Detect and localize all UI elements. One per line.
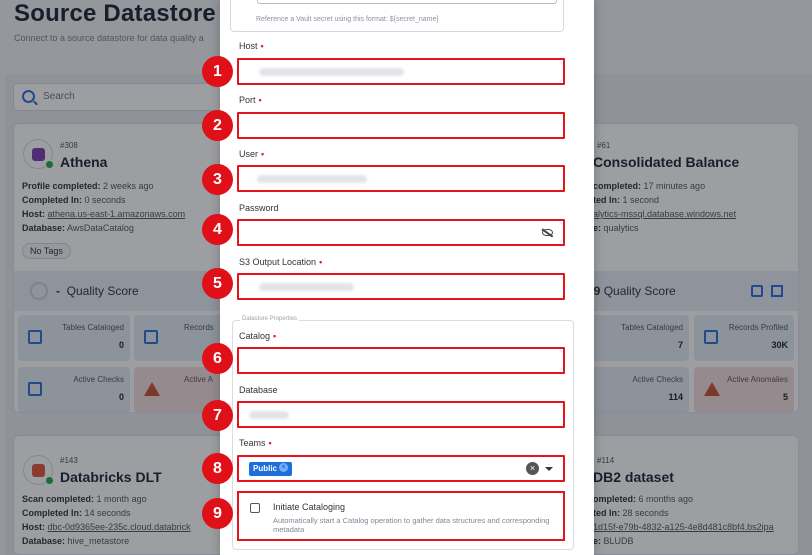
step-badge-5: 5 <box>202 268 233 299</box>
initiate-cataloging-checkbox[interactable] <box>250 503 260 513</box>
step-badge-1: 1 <box>202 56 233 87</box>
step-badge-2: 2 <box>202 110 233 141</box>
database-label: Database <box>239 385 278 395</box>
team-chip-public[interactable]: Public × <box>249 462 293 476</box>
teams-select[interactable]: Public × × <box>237 455 565 482</box>
redacted-value <box>257 175 367 183</box>
chip-close-icon[interactable]: × <box>279 463 289 473</box>
catalog-label: Catalog • <box>239 331 277 341</box>
step-badge-9: 9 <box>202 498 233 529</box>
database-input[interactable] <box>237 401 565 428</box>
teams-label: Teams • <box>239 438 272 448</box>
host-input[interactable] <box>237 58 565 85</box>
redacted-value <box>259 283 354 291</box>
port-input[interactable] <box>237 112 565 139</box>
user-label: User • <box>239 149 265 159</box>
password-label: Password <box>239 203 279 213</box>
step-badge-8: 8 <box>202 453 233 484</box>
s3-output-location-label: S3 Output Location • <box>239 257 323 267</box>
add-datastore-modal: Reference a Vault secret using this form… <box>220 0 594 555</box>
port-label: Port • <box>239 95 262 105</box>
chevron-down-icon[interactable] <box>545 467 553 471</box>
initiate-cataloging-description: Automatically start a Catalog operation … <box>273 516 550 534</box>
vault-hint: Reference a Vault secret using this form… <box>256 16 439 23</box>
host-label: Host • <box>239 41 264 51</box>
clear-icon[interactable]: × <box>526 462 539 475</box>
step-badge-3: 3 <box>202 164 233 195</box>
datastore-properties-title: Datastore Properties <box>240 316 300 322</box>
secret-input[interactable] <box>257 0 557 4</box>
redacted-value <box>249 411 289 419</box>
redacted-value <box>259 68 404 76</box>
catalog-input[interactable] <box>237 347 565 374</box>
step-badge-7: 7 <box>202 400 233 431</box>
s3-output-location-input[interactable] <box>237 273 565 300</box>
initiate-cataloging-label[interactable]: Initiate Cataloging <box>273 502 345 512</box>
step-badge-6: 6 <box>202 343 233 374</box>
user-input[interactable] <box>237 165 565 192</box>
initiate-cataloging-group: Initiate Cataloging Automatically start … <box>237 491 565 541</box>
step-badge-4: 4 <box>202 214 233 245</box>
password-input[interactable] <box>237 219 565 246</box>
eye-off-icon[interactable] <box>542 229 553 236</box>
